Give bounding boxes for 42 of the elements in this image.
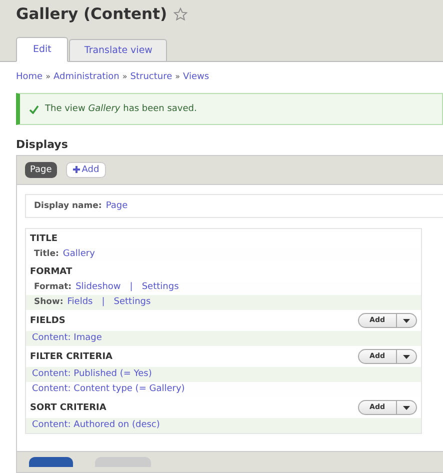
page-title: Gallery (Content): [16, 5, 168, 23]
breadcrumb-link[interactable]: Views: [183, 72, 210, 82]
breadcrumb-link[interactable]: Structure: [130, 72, 172, 82]
display-name-link[interactable]: Page: [106, 201, 128, 211]
check-icon: [29, 104, 39, 114]
section-title: TITLE: [30, 234, 58, 244]
caret-icon[interactable]: [403, 406, 410, 410]
breadcrumb-separator: »: [122, 72, 128, 81]
section-title: SORT CRITERIA: [30, 402, 106, 412]
add-display-button[interactable]: Add: [66, 162, 106, 178]
field-label: Show:: [34, 297, 64, 307]
star-icon[interactable]: [173, 6, 188, 22]
field-label: Title:: [34, 249, 59, 259]
display-tab[interactable]: Page: [25, 162, 57, 178]
field-label: Format:: [34, 282, 72, 292]
section-title: FORMAT: [30, 266, 72, 276]
section-link[interactable]: Content: Authored on (desc): [32, 420, 160, 430]
section-link[interactable]: Settings: [114, 297, 151, 307]
section-link[interactable]: Content: Content type (= Gallery): [32, 384, 185, 394]
breadcrumb-separator: »: [46, 72, 50, 81]
section-heading: Displays: [16, 138, 69, 151]
section-title: FIELDS: [30, 316, 66, 326]
save-button[interactable]: [29, 457, 73, 467]
section-link[interactable]: Slideshow: [76, 282, 121, 292]
link-separator: |: [130, 282, 133, 292]
section-title: FILTER CRITERIA: [30, 352, 113, 362]
section-link[interactable]: Fields: [67, 297, 93, 307]
link-separator: |: [102, 297, 105, 307]
section-link[interactable]: Settings: [142, 282, 179, 292]
breadcrumb-link[interactable]: Home: [16, 72, 43, 82]
caret-icon[interactable]: [403, 354, 410, 358]
section-link[interactable]: Content: Image: [32, 333, 102, 343]
tab[interactable]: Edit: [16, 37, 68, 62]
caret-icon[interactable]: [403, 318, 410, 322]
tab[interactable]: Translate view: [69, 39, 168, 62]
section-link[interactable]: Gallery: [62, 249, 95, 259]
field-label: Display name:: [34, 201, 102, 211]
message-text: The view Gallery has been saved.: [45, 104, 197, 114]
breadcrumb-separator: »: [175, 72, 180, 81]
section-link[interactable]: Content: Published (= Yes): [32, 369, 152, 379]
plus-icon: [72, 166, 80, 172]
breadcrumb-link[interactable]: Administration: [53, 72, 120, 82]
